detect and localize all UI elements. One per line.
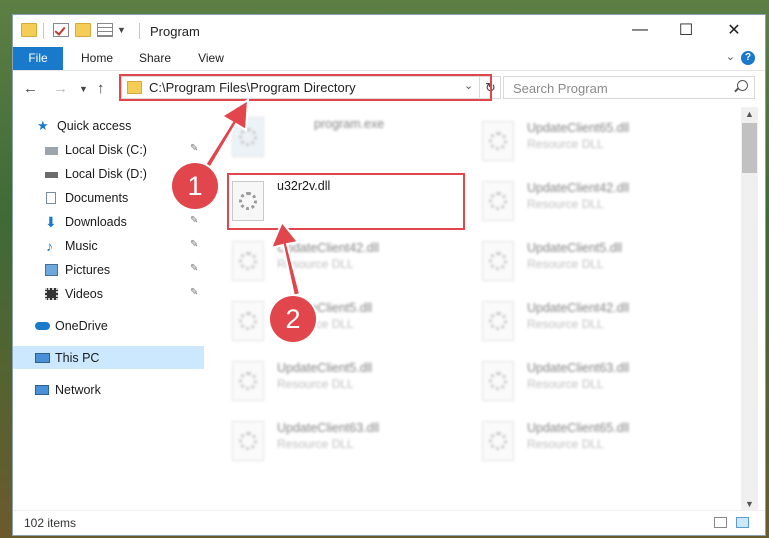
arrow-2	[269, 220, 302, 298]
annotation-arrows	[203, 98, 302, 298]
callout-step-2: 2	[270, 296, 316, 342]
callout-step-1: 1	[172, 163, 218, 209]
arrow-1	[203, 98, 250, 170]
